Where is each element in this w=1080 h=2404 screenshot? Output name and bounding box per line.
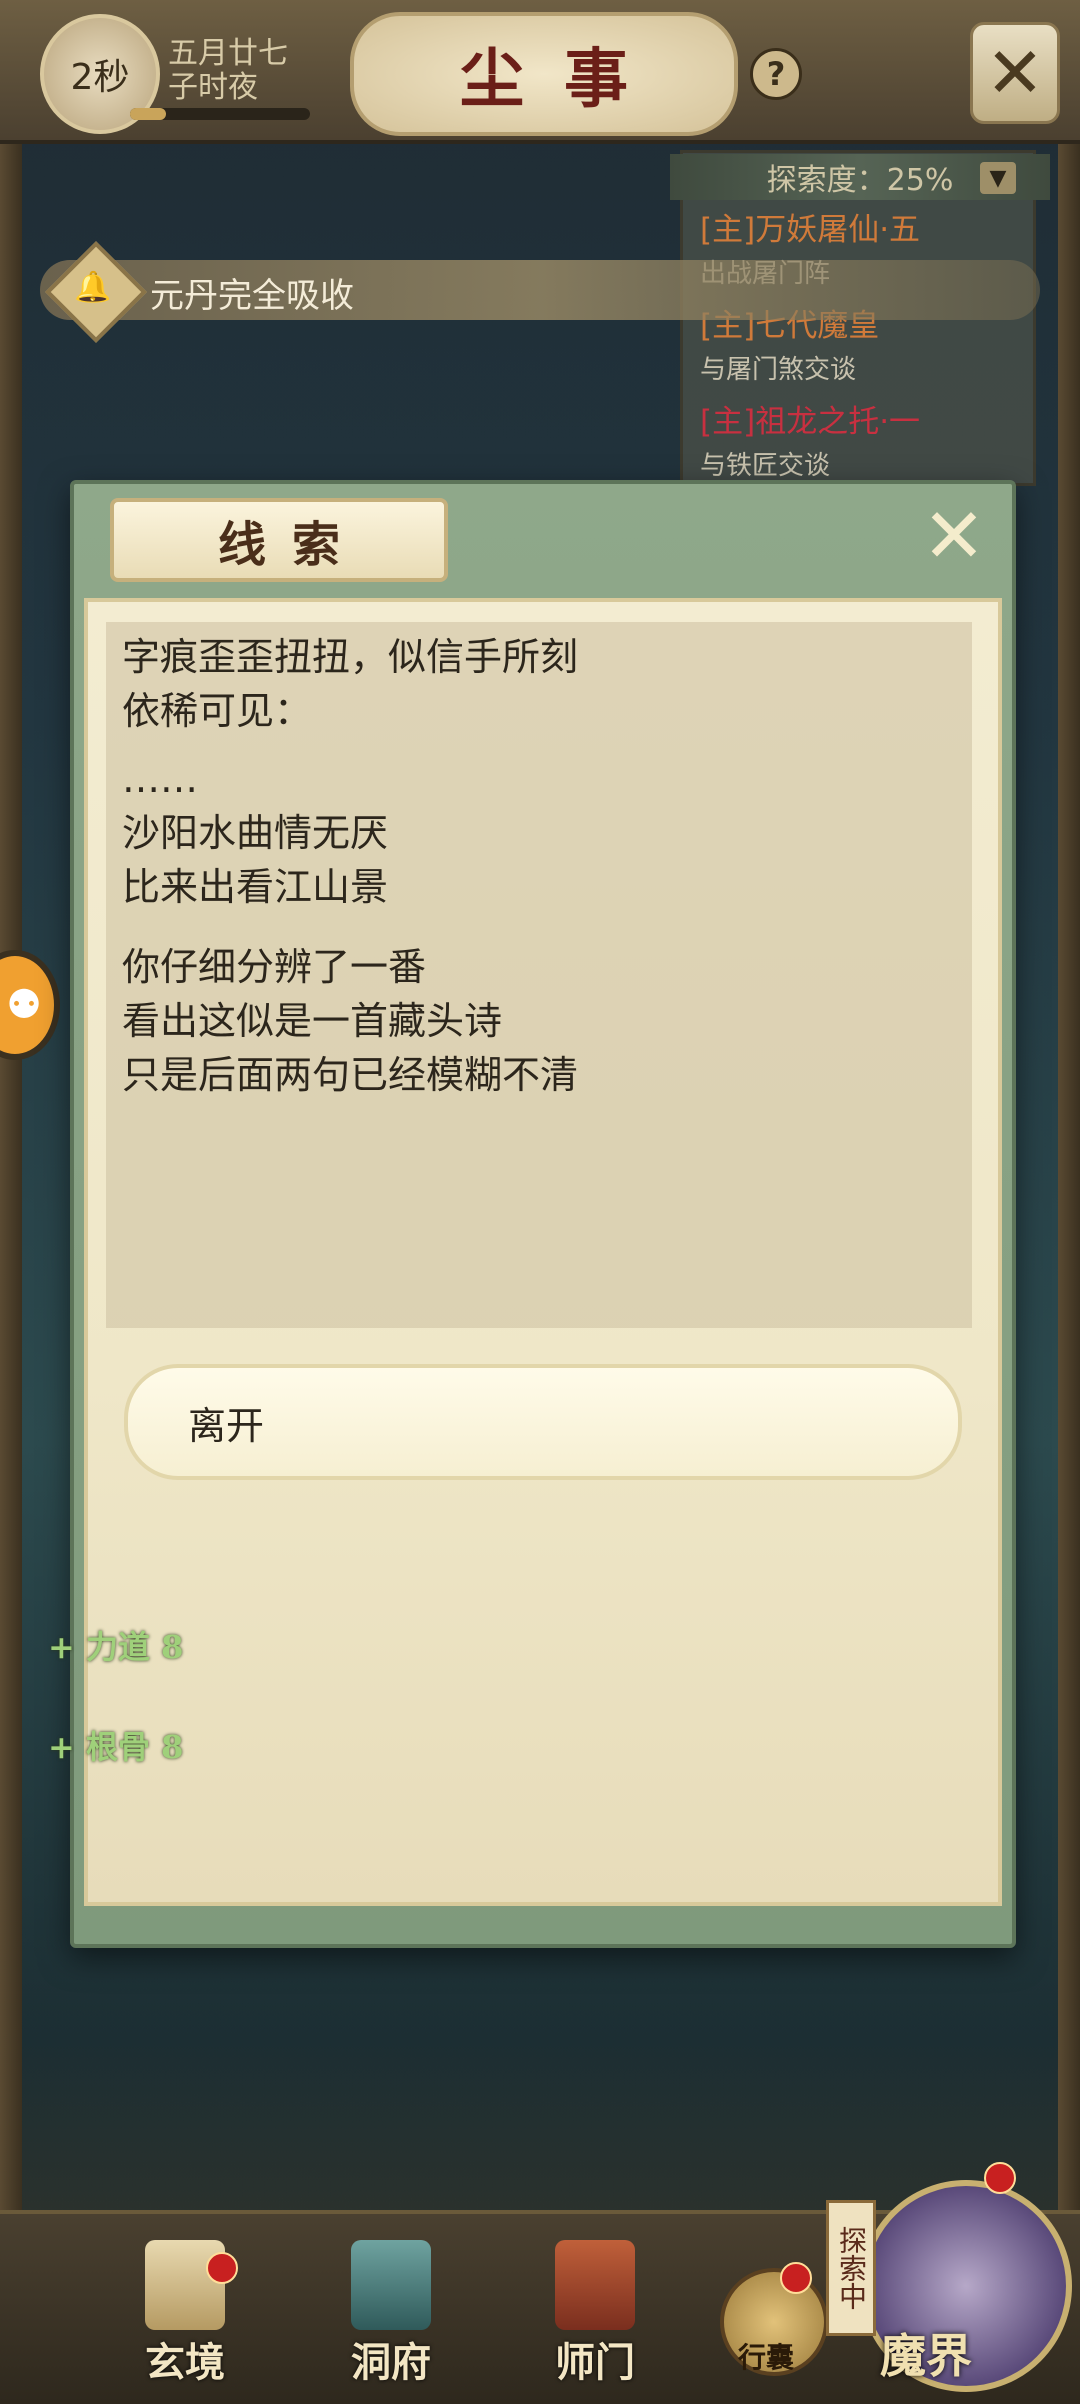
stat-gain-constitution: + 根骨 8 — [48, 1728, 184, 1766]
leave-button[interactable]: 离开 — [124, 1364, 962, 1480]
notification-dot — [984, 2162, 1016, 2194]
timer-progress-bar — [130, 108, 310, 120]
clue-line: 比来出看江山景 — [122, 865, 389, 909]
left-frame-edge — [0, 0, 22, 2400]
pavilion-icon — [351, 2240, 431, 2330]
clue-paragraph: 字痕歪歪扭扭，似信手所刻 依稀可见： — [122, 630, 578, 738]
right-frame-edge — [1058, 0, 1080, 2400]
page-title: 尘事 — [350, 12, 738, 136]
close-page-button[interactable]: ✕ — [970, 22, 1060, 124]
clue-line: 依稀可见： — [122, 689, 313, 733]
collapse-quests-button[interactable]: ▼ — [980, 162, 1016, 194]
clue-line: 字痕歪歪扭扭，似信手所刻 — [122, 635, 579, 679]
quest-item[interactable]: [主]祖龙之托·一 与铁匠交谈 — [700, 396, 1020, 482]
clue-paragraph: 你仔细分辨了一番 看出这似是一首藏头诗 只是后面两句已经模糊不清 — [122, 940, 578, 1102]
timer-progress-fill — [130, 108, 166, 120]
clue-line: 沙阳水曲情无厌 — [122, 811, 389, 855]
leave-button-label: 离开 — [188, 1403, 265, 1448]
dialog-close-button[interactable]: ✕ — [918, 498, 990, 574]
exploring-tag: 探索中 — [826, 2200, 876, 2336]
close-icon: ✕ — [985, 32, 1045, 114]
dialog-title: 线索 — [110, 498, 448, 582]
notification-text: 元丹完全吸收 — [150, 276, 354, 316]
nav-item-xuanjing[interactable]: 玄境 — [110, 2240, 260, 2390]
stat-gain-strength: + 力道 8 — [48, 1628, 184, 1666]
clue-line: 你仔细分辨了一番 — [122, 945, 427, 989]
bell-icon: 🔔 — [74, 270, 112, 305]
banner-icon — [555, 2240, 635, 2330]
quest-subtitle: 与铁匠交谈 — [700, 451, 831, 481]
side-menu-button[interactable]: ⚉ — [0, 950, 60, 1060]
clue-line: 看出这似是一首藏头诗 — [122, 999, 503, 1043]
nav-label: 玄境 — [145, 2339, 225, 2386]
nav-label: 洞府 — [351, 2339, 431, 2386]
quest-title: [主]祖龙之托·一 — [700, 404, 921, 440]
time-period-label: 子时夜 — [168, 70, 258, 105]
quest-title: [主]万妖屠仙·五 — [700, 212, 921, 248]
realm-label: 魔界 — [880, 2329, 972, 2383]
help-button[interactable]: ? — [750, 48, 802, 100]
clue-line: 只是后面两句已经模糊不清 — [122, 1053, 579, 1097]
gamepad-icon: ⚉ — [6, 982, 42, 1028]
nav-item-shimen[interactable]: 师门 — [520, 2240, 670, 2390]
notification-dot — [780, 2262, 812, 2294]
clue-paragraph: …… 沙阳水曲情无厌 比来出看江山景 — [122, 752, 388, 914]
close-icon: ✕ — [922, 491, 986, 580]
quest-subtitle: 与屠门煞交谈 — [700, 355, 857, 385]
bag-label: 行囊 — [738, 2341, 795, 2374]
nav-label: 师门 — [555, 2339, 635, 2386]
nav-item-dongfu[interactable]: 洞府 — [316, 2240, 466, 2390]
chevron-down-icon: ▼ — [989, 165, 1007, 191]
clue-line: …… — [122, 757, 198, 801]
notification-dot — [206, 2252, 238, 2284]
